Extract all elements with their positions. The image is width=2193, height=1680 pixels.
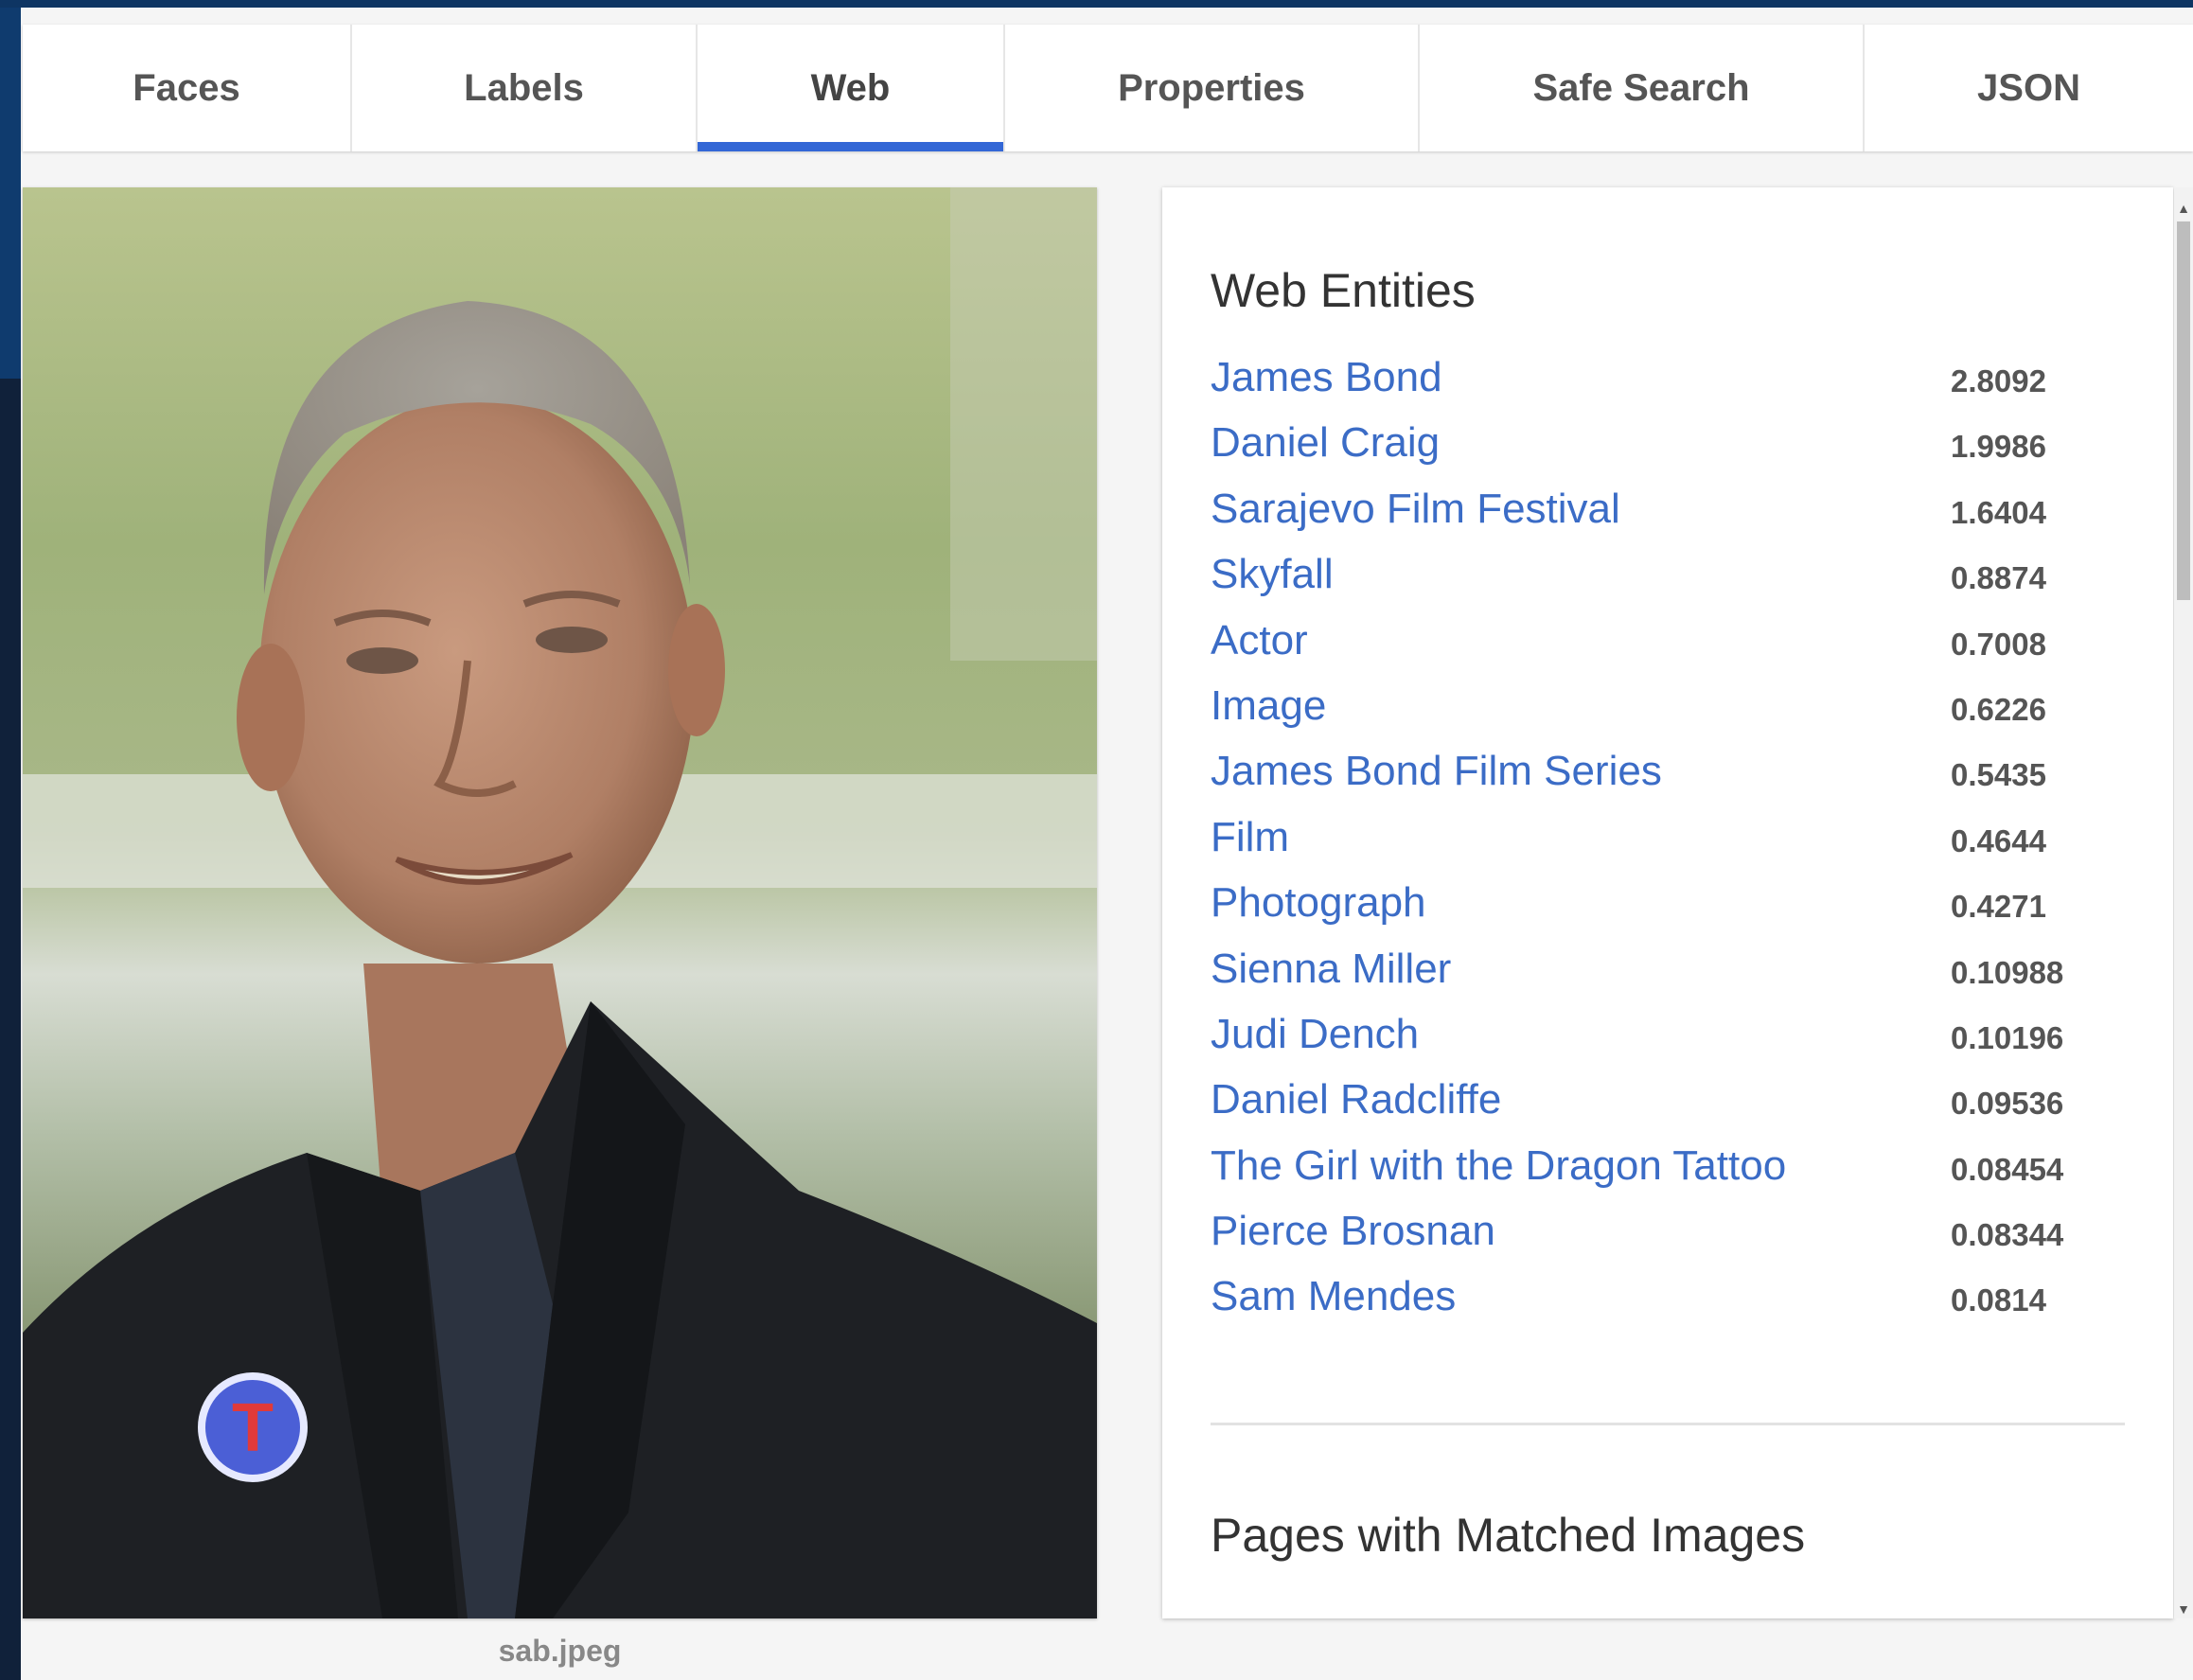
entity-score: 0.09536 — [1951, 1086, 2064, 1122]
image-caption: sab.jpeg — [498, 1634, 622, 1668]
panel-scrollbar[interactable]: ▲ ▼ — [2174, 187, 2193, 1618]
entity-link[interactable]: Image — [1211, 682, 1326, 730]
scroll-down-arrow-icon[interactable]: ▼ — [2174, 1600, 2193, 1618]
entity-link[interactable]: Sam Mendes — [1211, 1273, 1456, 1320]
scroll-up-arrow-icon[interactable]: ▲ — [2174, 199, 2193, 218]
window-frame-left — [0, 379, 21, 1680]
entity-score: 0.8874 — [1951, 560, 2046, 596]
entity-score: 0.10196 — [1951, 1019, 2064, 1055]
entity-score: 2.8092 — [1951, 363, 2046, 398]
entity-link[interactable]: The Girl with the Dragon Tattoo — [1211, 1142, 1786, 1190]
tab-json[interactable]: JSON — [1865, 25, 2193, 151]
list-item: Sienna Miller 0.10988 — [1211, 946, 2091, 1011]
web-entities-list: James Bond 2.8092 Daniel Craig 1.9986 Sa… — [1211, 354, 2091, 1339]
pages-with-matched-images-heading: Pages with Matched Images — [1211, 1509, 1806, 1562]
entity-link[interactable]: Photograph — [1211, 879, 1426, 927]
list-item: Daniel Craig 1.9986 — [1211, 419, 2091, 485]
entity-link[interactable]: James Bond — [1211, 354, 1442, 401]
badge-letter: T — [232, 1390, 274, 1466]
list-item: Judi Dench 0.10196 — [1211, 1011, 2091, 1076]
entity-score: 0.5435 — [1951, 757, 2046, 793]
list-item: Image 0.6226 — [1211, 682, 2091, 748]
list-item: Skyfall 0.8874 — [1211, 551, 2091, 616]
entity-score: 0.7008 — [1951, 626, 2046, 662]
analyzed-image: T — [23, 187, 1097, 1618]
vision-api-app: Faces Labels Web Properties Safe Search … — [21, 8, 2193, 1680]
entity-score: 1.9986 — [1951, 429, 2046, 465]
entity-link[interactable]: Skyfall — [1211, 551, 1334, 598]
list-item: Daniel Radcliffe 0.09536 — [1211, 1076, 2091, 1141]
entity-link[interactable]: Sarajevo Film Festival — [1211, 486, 1620, 533]
tab-faces[interactable]: Faces — [23, 25, 352, 151]
tab-web[interactable]: Web — [698, 25, 1005, 151]
entity-score: 1.6404 — [1951, 494, 2046, 530]
entity-score: 0.08454 — [1951, 1151, 2064, 1187]
entity-link[interactable]: Film — [1211, 814, 1289, 861]
list-item: Pierce Brosnan 0.08344 — [1211, 1208, 2091, 1273]
list-item: Sarajevo Film Festival 1.6404 — [1211, 486, 2091, 551]
list-item: Film 0.4644 — [1211, 814, 2091, 879]
entity-link[interactable]: Judi Dench — [1211, 1011, 1419, 1058]
result-tab-bar: Faces Labels Web Properties Safe Search … — [23, 25, 2193, 151]
list-item: Photograph 0.4271 — [1211, 879, 2091, 945]
window-frame-top — [0, 0, 2193, 8]
list-item: James Bond Film Series 0.5435 — [1211, 748, 2091, 813]
entity-link[interactable]: Daniel Radcliffe — [1211, 1076, 1501, 1123]
list-item: Actor 0.7008 — [1211, 617, 2091, 682]
scrollbar-thumb[interactable] — [2177, 221, 2190, 600]
list-item: The Girl with the Dragon Tattoo 0.08454 — [1211, 1142, 2091, 1208]
entity-score: 0.6226 — [1951, 691, 2046, 727]
entity-link[interactable]: Pierce Brosnan — [1211, 1208, 1495, 1255]
entity-link[interactable]: James Bond Film Series — [1211, 748, 1662, 795]
entity-score: 0.0814 — [1951, 1282, 2046, 1318]
entity-link[interactable]: Daniel Craig — [1211, 419, 1440, 467]
web-entities-heading: Web Entities — [1211, 264, 1476, 317]
web-results-panel: Web Entities James Bond 2.8092 Daniel Cr… — [1162, 187, 2173, 1618]
entity-link[interactable]: Actor — [1211, 617, 1308, 664]
tab-safe-search[interactable]: Safe Search — [1420, 25, 1865, 151]
entity-score: 0.4644 — [1951, 822, 2046, 858]
entity-score: 0.08344 — [1951, 1217, 2064, 1253]
entity-link[interactable]: Sienna Miller — [1211, 946, 1451, 993]
list-item: Sam Mendes 0.0814 — [1211, 1273, 2091, 1338]
section-divider — [1211, 1423, 2125, 1425]
entity-score: 0.10988 — [1951, 954, 2064, 990]
tab-properties[interactable]: Properties — [1005, 25, 1420, 151]
entity-score: 0.4271 — [1951, 889, 2046, 925]
tab-labels[interactable]: Labels — [352, 25, 698, 151]
list-item: James Bond 2.8092 — [1211, 354, 2091, 419]
